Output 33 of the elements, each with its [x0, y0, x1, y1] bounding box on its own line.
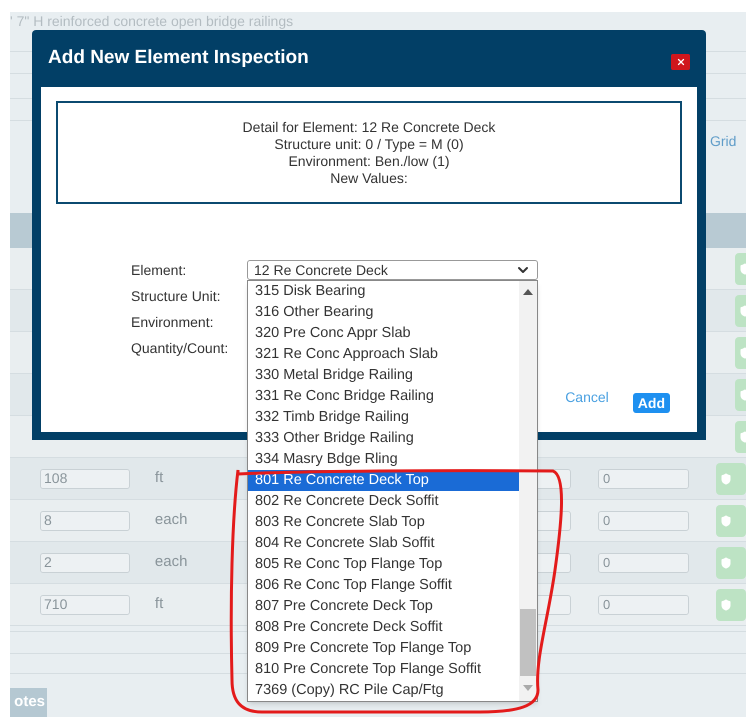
dropdown-option[interactable]: 807 Pre Concrete Deck Top — [248, 596, 519, 617]
field-label: Quantity/Count: — [131, 338, 230, 358]
detail-text: New Values: — [330, 170, 408, 186]
field-label: Structure Unit: — [131, 286, 222, 306]
unit-label: each — [154, 552, 188, 572]
unit-label: ft — [154, 594, 164, 614]
dropdown-option[interactable]: 320 Pre Conc Appr Slab — [248, 323, 519, 344]
dropdown-option[interactable]: 334 Masry Bdge Rling — [248, 449, 519, 470]
dropdown-option[interactable]: 315 Disk Bearing — [248, 281, 519, 302]
dropdown-option[interactable]: 332 Timb Bridge Railing — [248, 407, 519, 428]
dropdown-option[interactable]: 810 Pre Concrete Top Flange Soffit — [248, 659, 519, 680]
dialog-title: Add New Element Inspection — [48, 46, 309, 70]
dropdown-option[interactable]: 805 Re Conc Top Flange Top — [248, 554, 519, 575]
dropdown-option[interactable]: 7369 (Copy) RC Pile Cap/Ftg — [248, 680, 519, 701]
element-select[interactable]: 12 Re Concrete Deck — [247, 260, 538, 280]
detail-text: Environment: Ben./low (1) — [288, 152, 450, 170]
dropdown-option[interactable]: 803 Re Concrete Slab Top — [248, 512, 519, 533]
field-label: Environment: — [131, 312, 214, 332]
unit-label: each — [154, 510, 188, 530]
dropdown-option[interactable]: 809 Pre Concrete Top Flange Top — [248, 638, 519, 659]
dropdown-option[interactable]: 806 Re Conc Top Flange Soffit — [248, 575, 519, 596]
dropdown-option[interactable]: 316 Other Bearing — [248, 302, 519, 323]
dropdown-option[interactable]: 333 Other Bridge Railing — [248, 428, 519, 449]
dropdown-option[interactable]: 331 Re Conc Bridge Railing — [248, 386, 519, 407]
dropdown-option[interactable]: 808 Pre Concrete Deck Soffit — [248, 617, 519, 638]
unit-label: ft — [154, 468, 164, 488]
dropdown-option[interactable]: 330 Metal Bridge Railing — [248, 365, 519, 386]
dropdown-option[interactable]: 321 Re Conc Approach Slab — [248, 344, 519, 365]
field-label: Element: — [131, 260, 188, 280]
dropdown-option[interactable]: 804 Re Concrete Slab Soffit — [248, 533, 519, 554]
detail-text: Structure unit: 0 / Type = M (0) — [274, 136, 464, 152]
detail-text: Detail for Element: 12 Re Concrete Deck — [242, 118, 496, 136]
dropdown-option[interactable]: 802 Re Concrete Deck Soffit — [248, 491, 519, 512]
